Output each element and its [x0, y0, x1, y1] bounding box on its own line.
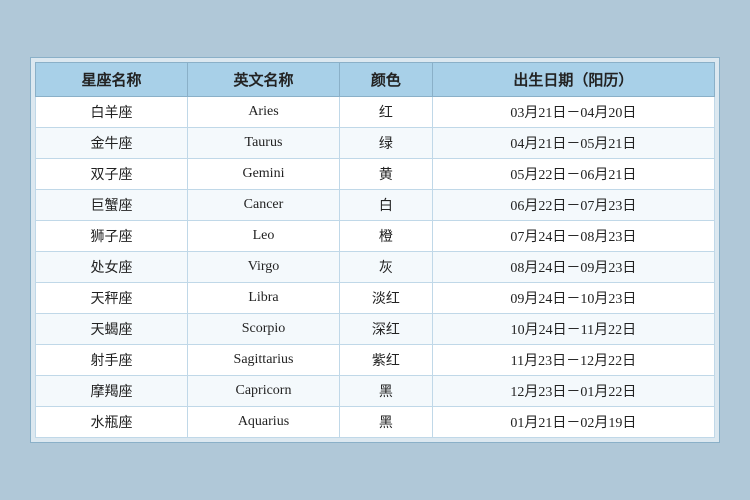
cell-color: 淡红	[339, 283, 432, 314]
cell-english-name: Scorpio	[187, 314, 339, 345]
cell-dates: 03月21日－04月20日	[432, 97, 714, 128]
cell-dates: 05月22日－06月21日	[432, 159, 714, 190]
cell-color: 橙	[339, 221, 432, 252]
table-row: 白羊座Aries红03月21日－04月20日	[36, 97, 715, 128]
cell-color: 白	[339, 190, 432, 221]
cell-chinese-name: 双子座	[36, 159, 188, 190]
cell-color: 紫红	[339, 345, 432, 376]
cell-english-name: Cancer	[187, 190, 339, 221]
cell-chinese-name: 巨蟹座	[36, 190, 188, 221]
table-row: 天蝎座Scorpio深红10月24日－11月22日	[36, 314, 715, 345]
table-header-row: 星座名称 英文名称 颜色 出生日期（阳历）	[36, 63, 715, 97]
header-english-name: 英文名称	[187, 63, 339, 97]
cell-dates: 11月23日－12月22日	[432, 345, 714, 376]
table-row: 金牛座Taurus绿04月21日－05月21日	[36, 128, 715, 159]
cell-color: 绿	[339, 128, 432, 159]
cell-dates: 06月22日－07月23日	[432, 190, 714, 221]
cell-english-name: Libra	[187, 283, 339, 314]
cell-chinese-name: 金牛座	[36, 128, 188, 159]
cell-english-name: Capricorn	[187, 376, 339, 407]
zodiac-table: 星座名称 英文名称 颜色 出生日期（阳历） 白羊座Aries红03月21日－04…	[35, 62, 715, 438]
cell-english-name: Leo	[187, 221, 339, 252]
cell-chinese-name: 水瓶座	[36, 407, 188, 438]
cell-english-name: Aquarius	[187, 407, 339, 438]
cell-dates: 12月23日－01月22日	[432, 376, 714, 407]
cell-english-name: Taurus	[187, 128, 339, 159]
cell-color: 灰	[339, 252, 432, 283]
cell-chinese-name: 摩羯座	[36, 376, 188, 407]
cell-dates: 04月21日－05月21日	[432, 128, 714, 159]
cell-dates: 10月24日－11月22日	[432, 314, 714, 345]
cell-chinese-name: 射手座	[36, 345, 188, 376]
cell-dates: 07月24日－08月23日	[432, 221, 714, 252]
cell-english-name: Virgo	[187, 252, 339, 283]
cell-chinese-name: 天蝎座	[36, 314, 188, 345]
zodiac-table-container: 星座名称 英文名称 颜色 出生日期（阳历） 白羊座Aries红03月21日－04…	[30, 57, 720, 443]
table-row: 摩羯座Capricorn黑12月23日－01月22日	[36, 376, 715, 407]
cell-dates: 09月24日－10月23日	[432, 283, 714, 314]
cell-color: 黑	[339, 407, 432, 438]
cell-color: 黄	[339, 159, 432, 190]
cell-dates: 01月21日－02月19日	[432, 407, 714, 438]
cell-chinese-name: 处女座	[36, 252, 188, 283]
cell-english-name: Gemini	[187, 159, 339, 190]
cell-color: 黑	[339, 376, 432, 407]
table-row: 水瓶座Aquarius黑01月21日－02月19日	[36, 407, 715, 438]
cell-chinese-name: 白羊座	[36, 97, 188, 128]
table-row: 双子座Gemini黄05月22日－06月21日	[36, 159, 715, 190]
table-row: 巨蟹座Cancer白06月22日－07月23日	[36, 190, 715, 221]
table-row: 狮子座Leo橙07月24日－08月23日	[36, 221, 715, 252]
table-row: 天秤座Libra淡红09月24日－10月23日	[36, 283, 715, 314]
cell-chinese-name: 天秤座	[36, 283, 188, 314]
table-row: 处女座Virgo灰08月24日－09月23日	[36, 252, 715, 283]
cell-english-name: Aries	[187, 97, 339, 128]
cell-english-name: Sagittarius	[187, 345, 339, 376]
header-chinese-name: 星座名称	[36, 63, 188, 97]
cell-color: 红	[339, 97, 432, 128]
header-dates: 出生日期（阳历）	[432, 63, 714, 97]
cell-dates: 08月24日－09月23日	[432, 252, 714, 283]
header-color: 颜色	[339, 63, 432, 97]
cell-color: 深红	[339, 314, 432, 345]
cell-chinese-name: 狮子座	[36, 221, 188, 252]
table-row: 射手座Sagittarius紫红11月23日－12月22日	[36, 345, 715, 376]
